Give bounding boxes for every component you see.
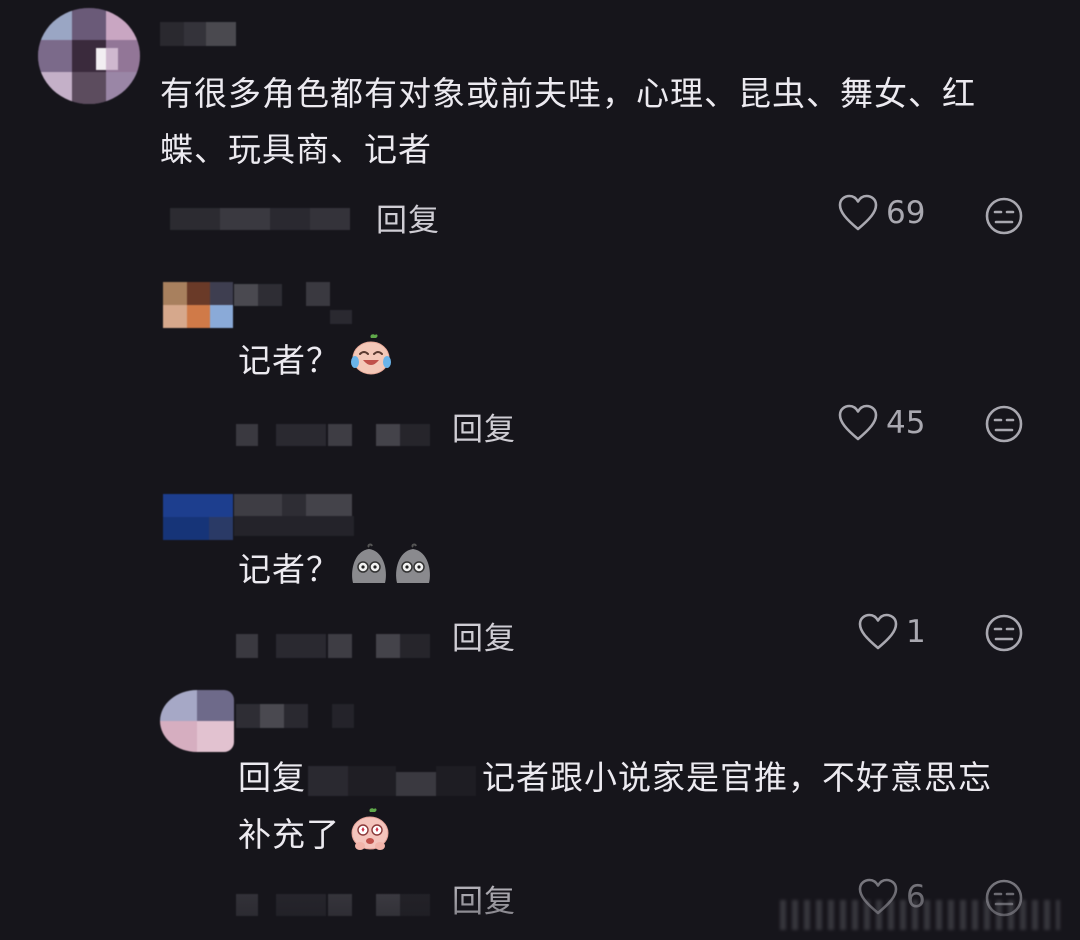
username[interactable] [234,494,354,538]
like-button[interactable]: 45 [838,404,925,442]
dislike-face-button[interactable] [984,404,1024,444]
neutral-face-icon [985,405,1023,443]
dislike-face-button[interactable] [984,613,1024,653]
heart-icon [838,404,878,441]
reply-button[interactable]: 回复 [452,613,516,658]
reply-button[interactable]: 回复 [452,876,516,921]
like-button[interactable]: 1 [858,613,926,651]
username[interactable] [236,704,356,740]
timestamp-location [236,882,436,918]
neutral-face-icon [985,614,1023,652]
reply-button[interactable]: 回复 [452,404,516,449]
heart-icon [838,194,878,231]
like-count: 1 [906,614,926,650]
avatar[interactable] [38,8,140,104]
watermark [780,900,1060,930]
like-button[interactable]: 69 [838,194,925,232]
reply-button[interactable]: 回复 [376,195,440,240]
pleading-peach-icon [351,808,389,850]
timestamp-location [236,410,436,446]
timestamp-location [236,620,436,660]
mentioned-username[interactable] [308,758,476,798]
heart-icon [858,613,898,650]
comment-text: 记者？ [238,332,394,389]
comment-text: 记者？ [238,542,434,598]
avatar[interactable] [163,282,233,328]
comment-text: 有很多角色都有对象或前夫哇，心理、昆虫、舞女、红 蝶、玩具商、记者 [160,74,976,169]
avatar[interactable] [163,494,233,540]
comment-text: 回复 记者跟小说家是官推，不好意思忘 补充了 [238,750,1038,863]
like-count: 69 [886,195,926,231]
reply-prefix: 回复 [238,758,306,797]
neutral-face-icon [985,197,1023,235]
shocked-gray-face-icon [396,543,430,583]
dislike-face-button[interactable] [984,196,1024,236]
timestamp-location [160,200,360,234]
like-count: 45 [886,405,926,441]
shocked-gray-face-icon [352,543,386,583]
username[interactable] [160,22,236,46]
avatar[interactable] [160,690,234,752]
username[interactable] [234,282,354,326]
crying-laughing-peach-icon [351,334,391,375]
